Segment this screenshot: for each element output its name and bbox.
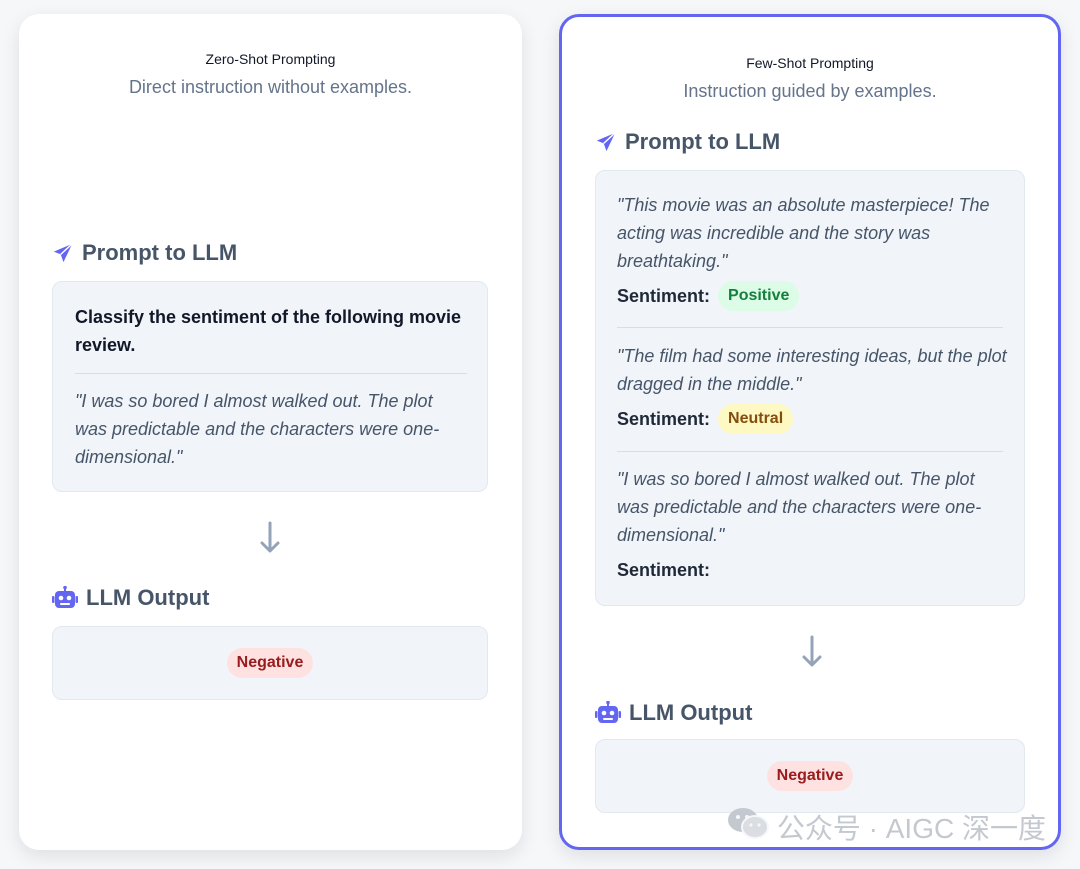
watermark: 公众号 · AIGC 深一度 [727, 806, 1046, 847]
arrow-down-icon [260, 521, 280, 553]
zero-shot-output-box: Negative [52, 626, 488, 700]
few-shot-prompt-heading: Prompt to LLM [595, 129, 780, 155]
zero-shot-output-heading: LLM Output [52, 585, 209, 611]
query-review: "I was so bored I almost walked out. The… [617, 469, 982, 545]
few-shot-subtitle: Instruction guided by examples. [683, 81, 937, 101]
few-shot-output-box: Negative [595, 739, 1025, 813]
badge-neutral: Neutral [718, 404, 794, 434]
arrow-down-icon [802, 635, 822, 667]
query-sentiment: Sentiment: [617, 554, 710, 586]
zero-shot-prompt-heading: Prompt to LLM [52, 240, 237, 266]
example-review-2: "The film had some interesting ideas, bu… [617, 346, 1007, 394]
paper-plane-icon [52, 242, 74, 264]
sentiment-label: Sentiment: [617, 559, 711, 580]
wechat-icon [727, 806, 769, 847]
few-shot-title: Few-Shot Prompting [746, 55, 874, 71]
few-shot-output-heading: LLM Output [595, 700, 752, 726]
prompt-divider [75, 373, 467, 374]
example-divider-1 [617, 327, 1003, 328]
example-sentiment-1: Sentiment: Positive [617, 280, 800, 312]
paper-plane-icon [595, 131, 617, 153]
robot-icon [52, 586, 78, 610]
few-shot-prompt-box: "This movie was an absolute masterpiece!… [595, 170, 1025, 606]
watermark-text: 公众号 · AIGC 深一度 [776, 812, 1046, 844]
zero-shot-prompt-box: Classify the sentiment of the following … [52, 281, 488, 492]
prompt-instruction: Classify the sentiment of the following … [75, 307, 462, 355]
sentiment-label: Sentiment: [617, 408, 711, 429]
example-review-1: "This movie was an absolute masterpiece!… [617, 195, 990, 271]
output-heading-label: LLM Output [86, 585, 210, 610]
badge-positive: Positive [718, 281, 800, 311]
output-badge-negative: Negative [766, 761, 854, 791]
prompt-heading-label: Prompt to LLM [625, 129, 781, 154]
sentiment-label: Sentiment: [617, 285, 711, 306]
output-badge-negative: Negative [226, 648, 314, 678]
few-shot-card: Few-Shot Prompting Instruction guided by… [559, 14, 1061, 850]
example-divider-2 [617, 451, 1003, 452]
example-sentiment-2: Sentiment: Neutral [617, 403, 794, 435]
zero-shot-card: Zero-Shot Prompting Direct instruction w… [19, 14, 522, 850]
prompt-heading-label: Prompt to LLM [82, 240, 238, 265]
output-heading-label: LLM Output [629, 700, 753, 725]
robot-icon [595, 701, 621, 725]
prompt-review: "I was so bored I almost walked out. The… [75, 391, 440, 467]
zero-shot-title: Zero-Shot Prompting [205, 51, 336, 67]
zero-shot-subtitle: Direct instruction without examples. [128, 77, 413, 97]
